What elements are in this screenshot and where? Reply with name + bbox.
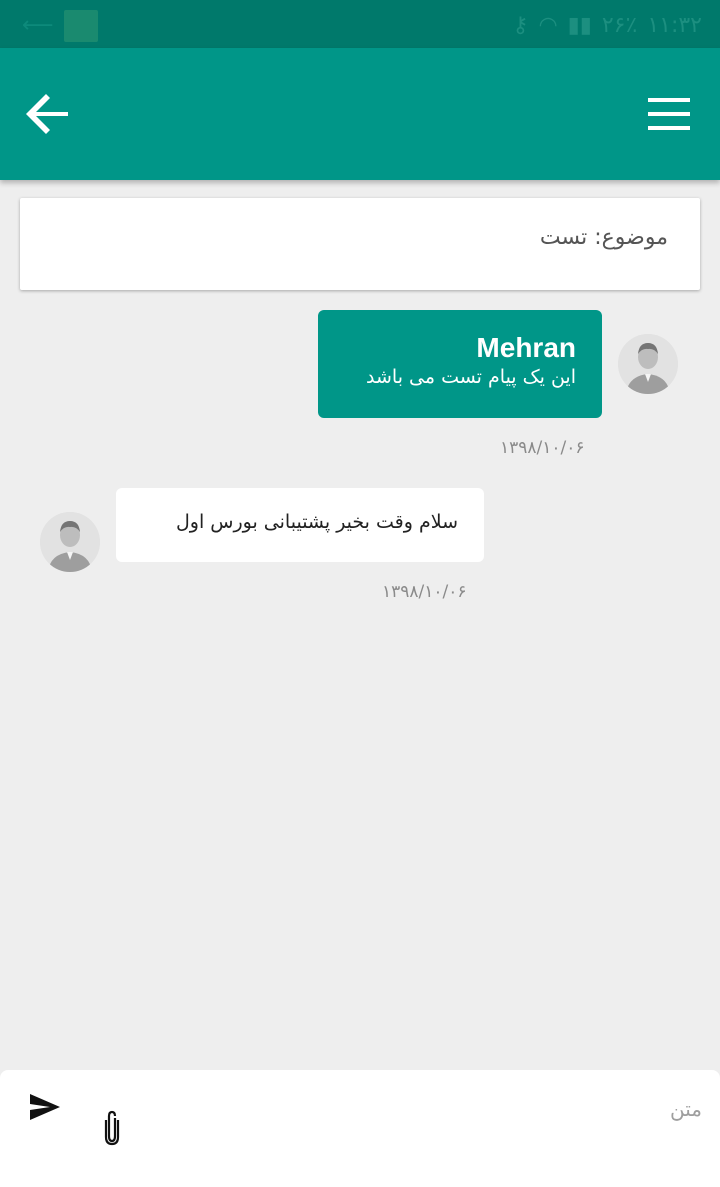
notification-arrow-icon: ⟵	[22, 13, 54, 38]
attach-button[interactable]	[100, 1110, 124, 1146]
avatar	[618, 334, 678, 394]
user-placeholder-icon	[618, 334, 678, 394]
menu-button[interactable]	[648, 98, 690, 130]
subject-text: موضوع: تست	[539, 225, 668, 250]
user-placeholder-icon	[40, 512, 100, 572]
message-text: سلام وقت بخیر پشتیبانی بورس اول	[176, 511, 458, 533]
outgoing-message-bubble: Mehran این یک پیام تست می باشد	[318, 310, 602, 418]
status-time: ۱۱:۳۲	[647, 12, 702, 38]
paperclip-icon	[104, 1110, 120, 1146]
arrow-back-icon	[26, 94, 68, 134]
status-bar: ⟵ ⚷ ◠ ▮▮ ۲۶٪ ۱۱:۳۲	[0, 0, 720, 48]
wifi-icon: ◠	[538, 12, 558, 38]
message-composer	[0, 1070, 720, 1187]
vpn-key-icon: ⚷	[512, 12, 529, 38]
app-bar	[0, 48, 720, 180]
status-bar-left: ⟵	[22, 10, 98, 42]
send-button[interactable]	[28, 1092, 62, 1122]
battery-percent: ۲۶٪	[601, 12, 638, 38]
back-button[interactable]	[24, 90, 72, 138]
incoming-message-bubble: سلام وقت بخیر پشتیبانی بورس اول	[116, 488, 484, 562]
signal-icon: ▮▮	[567, 12, 592, 38]
message-text: این یک پیام تست می باشد	[366, 366, 576, 388]
hamburger-menu-icon	[648, 98, 690, 130]
subject-card: موضوع: تست	[20, 198, 700, 290]
status-bar-right: ⚷ ◠ ▮▮ ۲۶٪ ۱۱:۳۲	[512, 10, 702, 40]
avatar	[40, 512, 100, 572]
message-input[interactable]	[140, 1088, 704, 1130]
message-sender-name: Mehran	[476, 332, 576, 363]
message-date: ۱۳۹۸/۱۰/۰۶	[500, 438, 585, 458]
send-icon	[30, 1094, 60, 1120]
message-date: ۱۳۹۸/۱۰/۰۶	[382, 582, 467, 602]
notification-app-icon	[64, 10, 98, 42]
